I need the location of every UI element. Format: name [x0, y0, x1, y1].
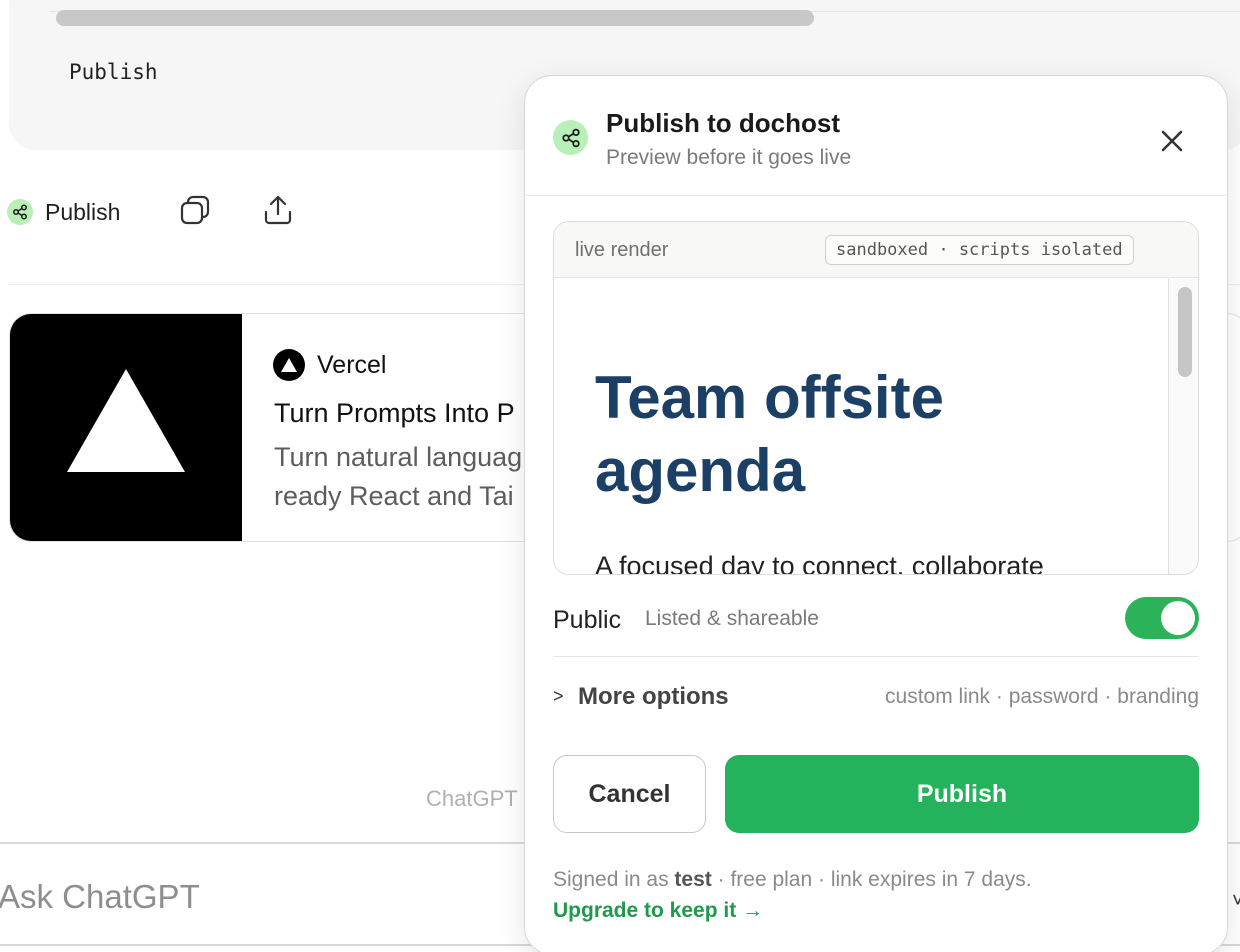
publish-dialog: Publish to dochost Preview before it goe…: [524, 75, 1228, 952]
vercel-logo-icon: [273, 349, 305, 381]
card-brand-name: Vercel: [317, 350, 387, 379]
share-icon: [7, 199, 33, 225]
preview-scroll-thumb[interactable]: [1178, 287, 1192, 377]
publish-action-button[interactable]: Publish: [0, 199, 120, 226]
visibility-description: Listed & shareable: [645, 607, 819, 630]
username: test: [674, 868, 712, 891]
plan-info: · free plan · link expires in 7 days.: [711, 868, 1032, 891]
share-icon: [553, 120, 588, 155]
dialog-header: Publish to dochost Preview before it goe…: [525, 76, 1227, 196]
more-options-toggle[interactable]: > More options custom link · password · …: [553, 676, 1199, 720]
sandbox-badge: sandboxed · scripts isolated: [825, 235, 1134, 265]
card-brand: Vercel: [273, 349, 386, 381]
visibility-row: Public Listed & shareable: [553, 591, 1199, 657]
dialog-title: Publish to dochost: [606, 108, 840, 138]
preview-document[interactable]: Team offsite agenda A focused day to con…: [554, 279, 1168, 575]
cancel-button[interactable]: Cancel: [553, 755, 706, 833]
publish-button[interactable]: Publish: [725, 755, 1199, 833]
copy-icon[interactable]: [178, 193, 212, 227]
dialog-footer: Signed in as test · free plan · link exp…: [553, 864, 1032, 926]
card-thumbnail: [10, 314, 242, 541]
live-preview: live render sandboxed · scripts isolated…: [553, 221, 1199, 575]
code-horizontal-scrollbar[interactable]: [56, 10, 814, 26]
share-upload-icon[interactable]: [261, 193, 295, 227]
footer-note: ChatGPT: [426, 786, 518, 811]
more-options-hint: custom link · password · branding: [885, 685, 1199, 708]
more-options-label: More options: [578, 683, 729, 710]
preview-scrollbar[interactable]: [1168, 279, 1198, 574]
account-status: Signed in as test · free plan · link exp…: [553, 864, 1032, 895]
signed-in-prefix: Signed in as: [553, 868, 675, 891]
public-toggle[interactable]: [1125, 597, 1199, 639]
chevron-right-icon: >: [553, 686, 564, 706]
composer-edge-glyph: ˅: [1232, 890, 1240, 912]
visibility-label: Public: [553, 606, 622, 634]
close-icon: [1161, 130, 1183, 152]
document-lead: A focused day to connect, collaborate: [595, 551, 1044, 575]
dialog-subtitle: Preview before it goes live: [606, 146, 852, 169]
upgrade-link[interactable]: Upgrade to keep it →: [553, 895, 1032, 926]
preview-toolbar: live render sandboxed · scripts isolated: [554, 222, 1198, 278]
toggle-knob: [1161, 601, 1195, 635]
preview-label: live render: [575, 239, 669, 261]
publish-action-label: Publish: [45, 198, 121, 225]
message-actions: Publish: [0, 192, 120, 232]
close-button[interactable]: [1157, 126, 1187, 156]
document-title: Team offsite agenda: [595, 364, 944, 504]
code-text: Publish: [69, 60, 158, 84]
vercel-triangle-icon: [67, 369, 185, 472]
card-title: Turn Prompts Into P: [274, 398, 515, 428]
prompt-input[interactable]: Ask ChatGPT: [0, 878, 200, 916]
